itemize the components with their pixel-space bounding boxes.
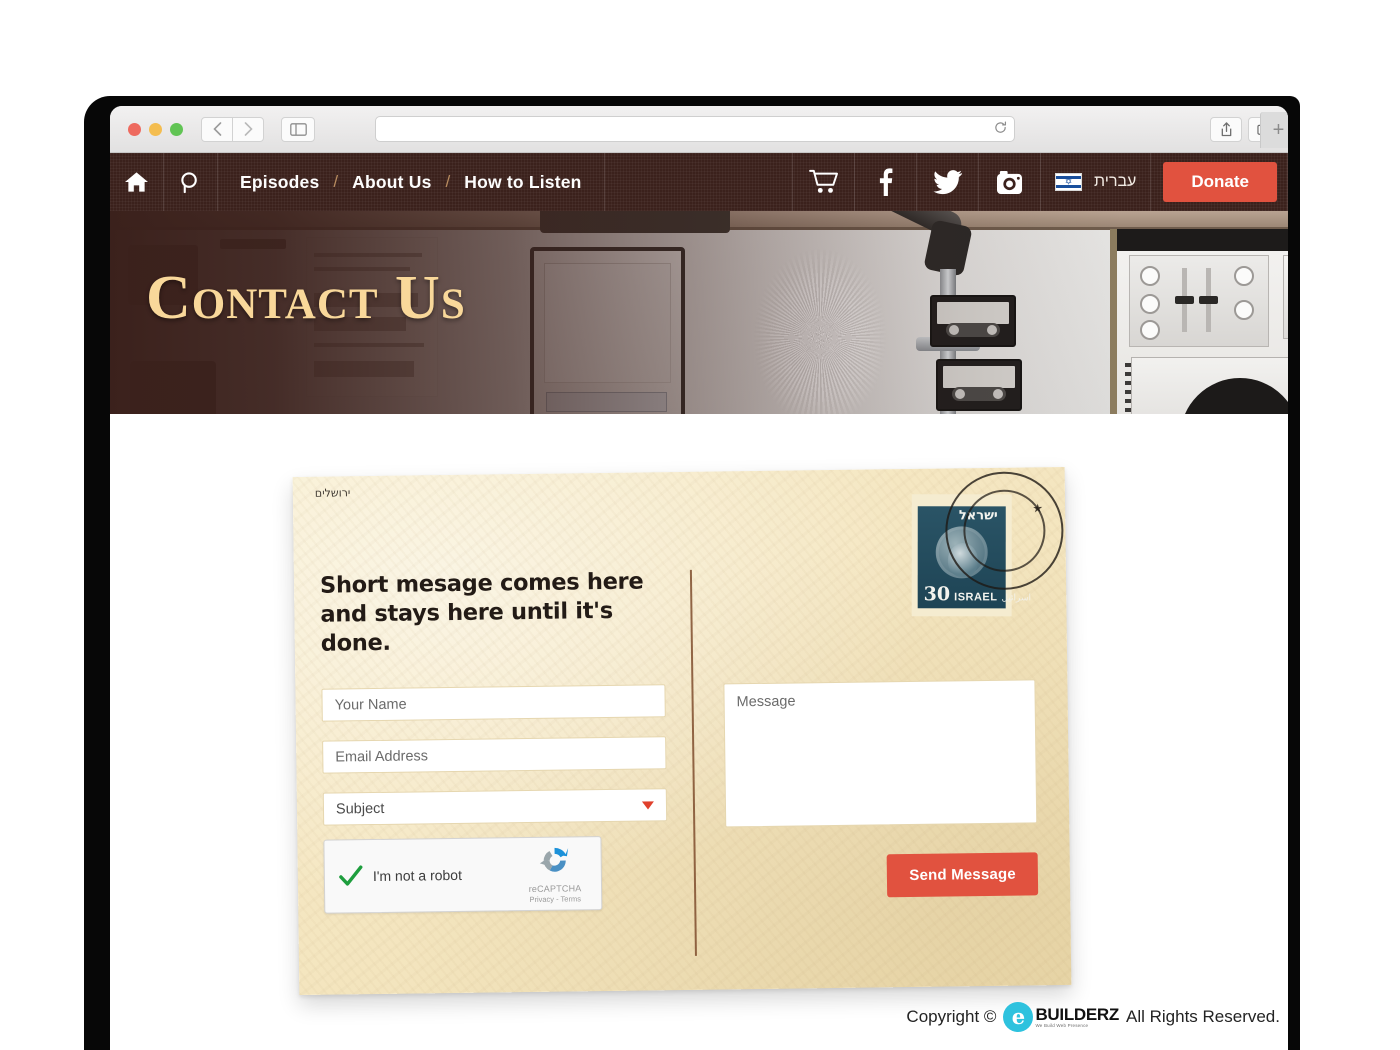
subject-select-label: Subject — [335, 800, 385, 818]
postcard-heading: Short mesage comes here and stays here u… — [319, 568, 644, 657]
copyright-prefix: Copyright © — [906, 1007, 997, 1026]
screenshot-stage: + Episodes / About Us / How to Listen ✡ … — [0, 0, 1400, 1050]
ebuilderz-mark-icon: e — [1003, 1002, 1034, 1032]
nav-language-switcher[interactable]: ✡ עברית — [1041, 153, 1152, 211]
browser-toolbar: + — [110, 106, 1288, 153]
nav-language-label: עברית — [1094, 173, 1137, 190]
page-content: ישראל 30 ISRAEL اسرائيل ירושלים ★ Short … — [110, 414, 1288, 1050]
dropdown-caret-icon — [641, 800, 655, 810]
nav-spacer — [605, 153, 794, 211]
forward-button[interactable] — [232, 116, 264, 142]
email-input[interactable] — [322, 736, 667, 774]
site-navigation-bar: Episodes / About Us / How to Listen ✡ עב… — [110, 153, 1288, 211]
sidebar-toggle-button[interactable] — [281, 116, 315, 142]
nav-search-button[interactable] — [164, 153, 218, 211]
send-message-button[interactable]: Send Message — [887, 852, 1039, 898]
reload-icon — [995, 121, 1007, 133]
nav-home-button[interactable] — [110, 153, 164, 211]
back-button[interactable] — [201, 116, 233, 142]
contact-form-left: Subject I'm not a robot — [321, 684, 668, 914]
message-textarea[interactable] — [723, 679, 1038, 828]
contact-postcard: ישראל 30 ISRAEL اسرائيل ירושלים ★ Short … — [292, 466, 1072, 996]
nav-separator: / — [445, 172, 451, 191]
new-tab-button[interactable]: + — [1260, 112, 1288, 148]
subject-select[interactable]: Subject — [322, 788, 668, 826]
send-button-row: Send Message — [726, 852, 1039, 899]
window-traffic-lights — [128, 122, 183, 136]
stamp-coin-illustration — [935, 526, 988, 579]
share-icon — [1221, 121, 1231, 136]
navigation-buttons — [201, 116, 315, 142]
name-input[interactable] — [321, 684, 666, 722]
nav-facebook-button[interactable] — [855, 153, 918, 211]
close-window-button[interactable] — [128, 122, 141, 136]
twitter-icon — [932, 169, 962, 194]
shopping-cart-icon — [808, 169, 838, 193]
postage-stamp: ישראל 30 ISRAEL اسرائيل — [911, 494, 1031, 617]
hero-banner: Contact Us — [110, 211, 1288, 414]
green-check-icon — [339, 865, 363, 886]
sidebar-toggle-icon — [289, 122, 307, 136]
postmark-text: ירושלים — [314, 486, 351, 500]
israel-flag-icon: ✡ — [1055, 173, 1083, 191]
reload-button[interactable] — [994, 121, 1007, 139]
stamp-country-hebrew: ישראל — [958, 508, 998, 524]
recaptcha-terms-link[interactable]: Privacy - Terms — [519, 894, 591, 904]
ebuilderz-tagline: We Build Web Presence — [1035, 1022, 1089, 1028]
nav-instagram-button[interactable] — [979, 153, 1042, 211]
contact-form-right: Send Message — [723, 679, 1039, 899]
ebuilderz-brand-name: BUILDERZ — [1035, 1004, 1119, 1024]
nav-link-how-to-listen[interactable]: How to Listen — [464, 172, 581, 193]
postmark-star-icon: ★ — [1032, 501, 1044, 516]
facebook-icon — [879, 168, 893, 196]
stamp-country-latin: ISRAEL — [954, 591, 998, 604]
recaptcha-branding: reCAPTCHA Privacy - Terms — [518, 843, 591, 904]
toolbar-right-actions: + — [1210, 112, 1288, 148]
nav-donate-cell: Donate — [1151, 153, 1288, 211]
recaptcha-label: I'm not a robot — [372, 866, 463, 885]
stamp-country-arabic: اسرائيل — [1001, 592, 1032, 603]
donate-button[interactable]: Donate — [1163, 162, 1277, 202]
recaptcha-brand-name: reCAPTCHA — [528, 883, 582, 895]
maximize-window-button[interactable] — [170, 122, 183, 136]
chevron-left-icon — [212, 122, 221, 136]
recaptcha-checkbox[interactable] — [337, 862, 365, 890]
recaptcha-widget[interactable]: I'm not a robot reCAPTCHA Privacy - Term… — [323, 836, 603, 914]
instagram-icon — [997, 170, 1023, 194]
nav-link-episodes[interactable]: Episodes — [240, 172, 319, 193]
nav-cart-button[interactable] — [793, 153, 856, 211]
nav-link-about-us[interactable]: About Us — [352, 172, 431, 193]
nav-separator: / — [333, 172, 339, 191]
address-bar[interactable] — [375, 116, 1015, 142]
nav-twitter-button[interactable] — [917, 153, 980, 211]
copyright-suffix: All Rights Reserved. — [1125, 1007, 1280, 1026]
search-icon — [181, 171, 197, 193]
recaptcha-logo-icon — [539, 847, 569, 872]
minimize-window-button[interactable] — [149, 122, 162, 136]
page-title: Contact Us — [146, 264, 466, 332]
postcard-divider — [689, 569, 697, 956]
browser-window: + Episodes / About Us / How to Listen ✡ … — [110, 106, 1288, 1050]
stamp-value: 30 — [923, 583, 951, 606]
chevron-right-icon — [244, 122, 253, 136]
ebuilderz-logo[interactable]: e BUILDERZ We Build Web Presence — [1003, 1002, 1119, 1032]
home-icon — [125, 172, 148, 192]
nav-primary-links: Episodes / About Us / How to Listen — [218, 153, 605, 211]
ebuilderz-mark-letter: e — [1011, 1003, 1026, 1029]
footer-copyright: Copyright © e BUILDERZ We Build Web Pres… — [906, 1002, 1280, 1032]
share-button[interactable] — [1210, 116, 1242, 142]
